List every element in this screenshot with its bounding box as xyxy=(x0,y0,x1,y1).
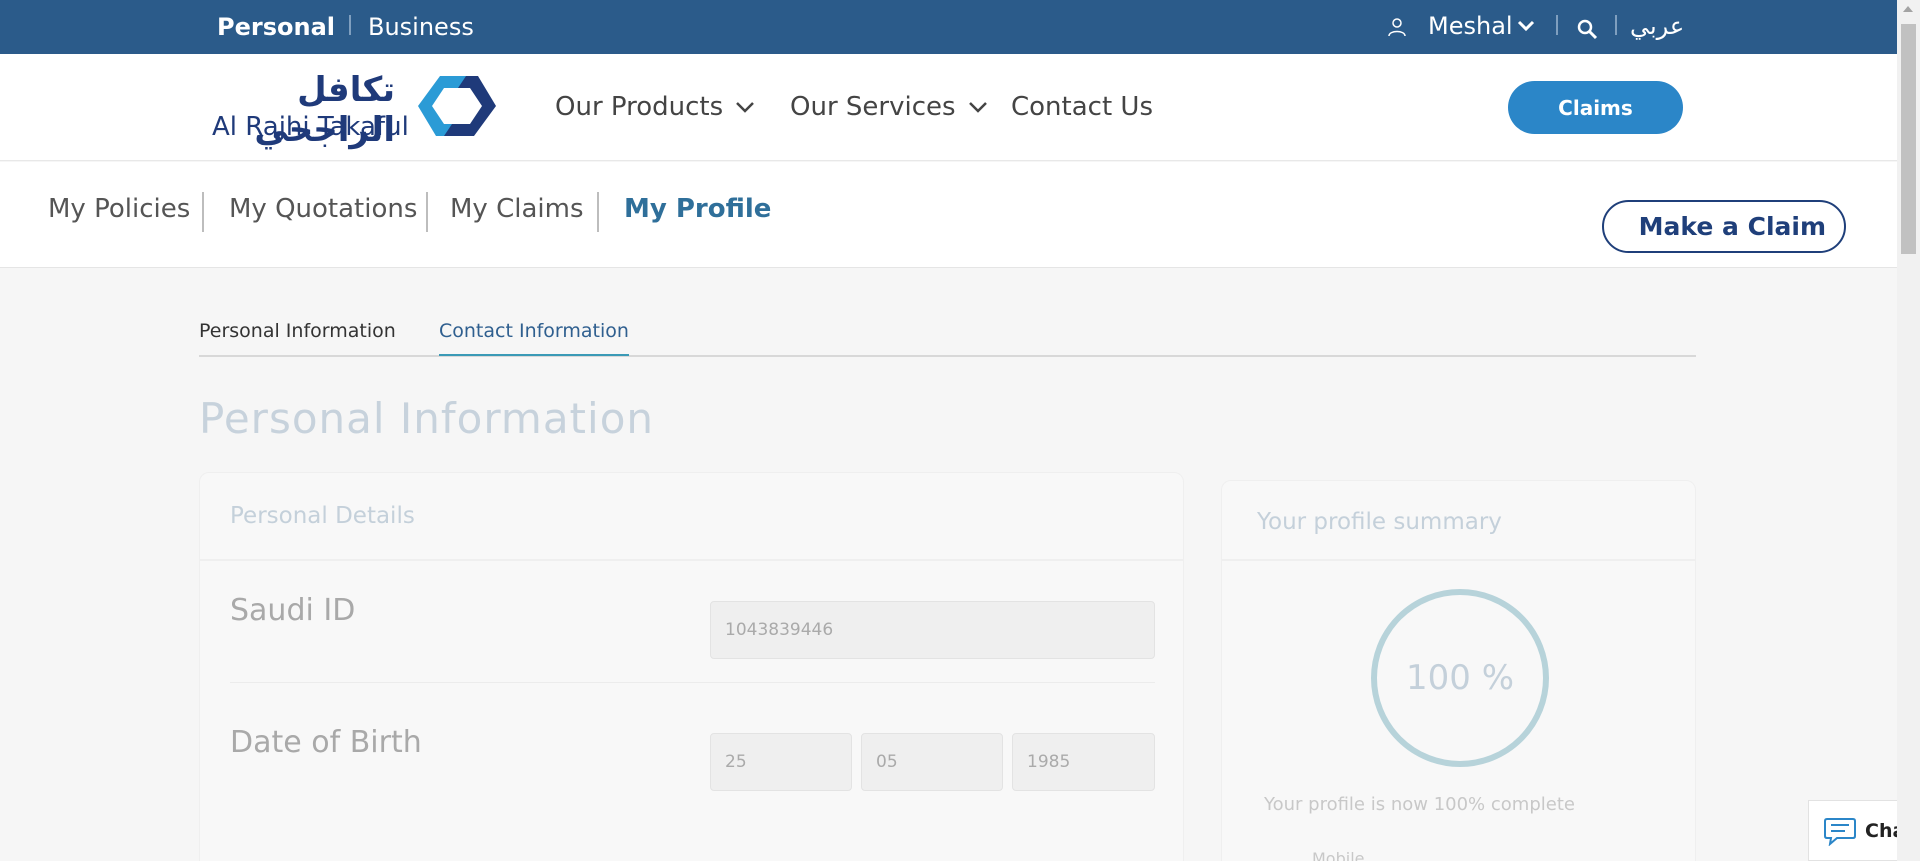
subnav-my-policies[interactable]: My Policies xyxy=(48,194,190,224)
chat-bubble-icon xyxy=(1824,817,1856,846)
divider xyxy=(202,192,204,232)
nav-label: Our Services xyxy=(790,92,956,122)
scrollbar-thumb[interactable] xyxy=(1901,24,1916,254)
nav-contact-us[interactable]: Contact Us xyxy=(1011,92,1153,122)
page-scrollbar[interactable] xyxy=(1897,0,1920,861)
scroll-up-arrow-icon[interactable] xyxy=(1903,6,1913,12)
divider xyxy=(1556,15,1558,35)
user-menu[interactable]: Meshal xyxy=(1428,12,1513,40)
profile-tabs: Personal Information Contact Information xyxy=(199,310,1696,357)
profile-progress-value: 100 % xyxy=(1405,658,1514,698)
profile-summary-card: Your profile summary 100 % Your profile … xyxy=(1221,480,1696,861)
segment-personal[interactable]: Personal xyxy=(217,13,335,41)
make-a-claim-button[interactable]: Make a Claim xyxy=(1602,200,1846,253)
date-of-birth-row: Date of Birth 25 05 1985 xyxy=(230,695,1155,815)
nav-our-services[interactable]: Our Services xyxy=(790,92,988,122)
logo-english-text: Al Rajhi Takaful xyxy=(212,112,409,142)
divider xyxy=(349,15,351,35)
summary-item-mobile: Mobile xyxy=(1312,849,1365,861)
search-icon[interactable] xyxy=(1576,18,1598,40)
segment-business[interactable]: Business xyxy=(368,13,474,41)
top-bar: Personal Business Meshal عربي xyxy=(0,0,1897,54)
nav-label: Our Products xyxy=(555,92,724,122)
claims-button[interactable]: Claims xyxy=(1508,81,1683,134)
language-switch[interactable]: عربي xyxy=(1630,12,1684,40)
saudi-id-field[interactable]: 1043839446 xyxy=(710,601,1155,659)
personal-details-card: Personal Details Saudi ID 1043839446 Dat… xyxy=(199,472,1184,861)
main-header: تكافل الراجحي Al Rajhi Takaful Our Produ… xyxy=(0,54,1897,161)
logo-mark-icon xyxy=(418,76,496,136)
subnav-my-quotations[interactable]: My Quotations xyxy=(229,194,417,224)
chevron-down-icon xyxy=(736,102,755,113)
divider xyxy=(426,192,428,232)
dob-year-field[interactable]: 1985 xyxy=(1012,733,1155,791)
card-title: Personal Details xyxy=(200,473,1183,561)
logo[interactable]: تكافل الراجحي Al Rajhi Takaful xyxy=(210,70,504,150)
tab-contact-information[interactable]: Contact Information xyxy=(439,320,629,356)
dob-month-field[interactable]: 05 xyxy=(861,733,1003,791)
saudi-id-row: Saudi ID 1043839446 xyxy=(230,563,1155,683)
nav-our-products[interactable]: Our Products xyxy=(555,92,755,122)
nav-label: Contact Us xyxy=(1011,92,1153,122)
user-icon[interactable] xyxy=(1387,17,1407,37)
profile-status-text: Your profile is now 100% complete xyxy=(1264,794,1575,815)
subnav-my-profile[interactable]: My Profile xyxy=(624,194,771,224)
divider xyxy=(1615,15,1617,35)
date-of-birth-label: Date of Birth xyxy=(230,725,422,760)
tab-personal-information[interactable]: Personal Information xyxy=(199,320,396,354)
card-title: Your profile summary xyxy=(1222,481,1695,561)
dob-day-field[interactable]: 25 xyxy=(710,733,852,791)
saudi-id-label: Saudi ID xyxy=(230,593,356,628)
divider xyxy=(597,192,599,232)
chevron-down-icon xyxy=(968,102,987,113)
page-title: Personal Information xyxy=(199,394,655,443)
chevron-down-icon[interactable] xyxy=(1517,19,1535,33)
subnav-my-claims[interactable]: My Claims xyxy=(450,194,584,224)
account-subnav: My Policies My Quotations My Claims My P… xyxy=(0,162,1897,268)
